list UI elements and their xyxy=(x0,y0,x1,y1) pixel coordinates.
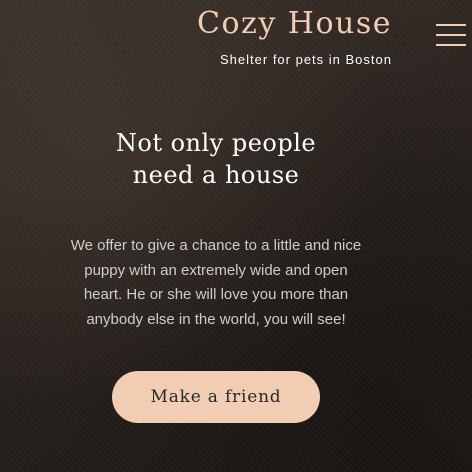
hamburger-menu-icon[interactable] xyxy=(436,24,466,50)
hero-description-line: heart. He or she will love you more than xyxy=(83,286,349,303)
hero-heading-line: Not only people xyxy=(115,129,317,157)
burger-line xyxy=(436,34,466,36)
hero-description-line: puppy with an extremely wide and open xyxy=(84,261,348,279)
logo-subtitle: Shelter for pets in Boston xyxy=(220,52,392,67)
hero-heading: Not only people need a house xyxy=(36,127,396,191)
hero-description-line: anybody else in the world, you will see! xyxy=(86,310,346,328)
logo[interactable]: Cozy House Shelter for pets in Boston xyxy=(197,6,392,67)
make-a-friend-button[interactable]: Make a friend xyxy=(112,371,320,423)
hero-description: We offer to give a chance to a little an… xyxy=(36,234,396,332)
logo-title[interactable]: Cozy House xyxy=(197,6,392,42)
burger-line xyxy=(436,44,466,46)
burger-line xyxy=(436,24,466,26)
hero-description-line: We offer to give a chance to a little an… xyxy=(70,237,362,254)
hero-heading-line: need a house xyxy=(132,161,300,189)
